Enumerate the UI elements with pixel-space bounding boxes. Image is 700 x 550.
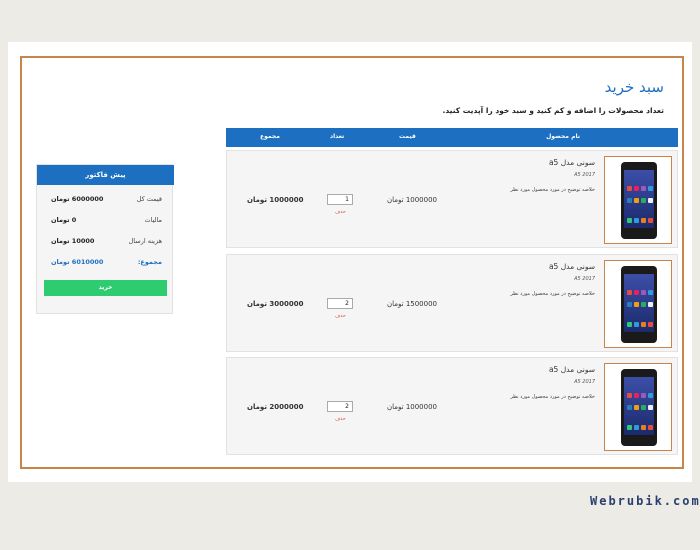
invoice-value: 10000 تومان (51, 237, 95, 245)
product-price: 1000000 تومان (387, 403, 437, 411)
table-header: نام محصول قیمت تعداد مجموع (226, 128, 678, 147)
invoice-row-shipping: هزینه ارسال 10000 تومان (37, 237, 174, 251)
phone-icon (621, 266, 657, 343)
table-row: سونی مدل a5 A5 2017 خلاصه توضیح در مورد … (226, 357, 678, 455)
header-price: قیمت (399, 133, 416, 140)
invoice-title: پیش فاکتور (37, 165, 174, 185)
invoice-label: هزینه ارسال (128, 237, 162, 245)
product-desc: خلاصه توضیح در مورد محصول مورد نظر (510, 187, 595, 193)
product-desc: خلاصه توضیح در مورد محصول مورد نظر (510, 291, 595, 297)
page-subtitle: تعداد محصولات را اضافه و کم کنید و سبد خ… (442, 106, 664, 115)
quantity-input[interactable] (327, 194, 353, 205)
product-image[interactable] (604, 156, 672, 244)
row-total: 1000000 تومان (247, 196, 304, 204)
header-qty: تعداد (330, 133, 345, 140)
quantity-input[interactable] (327, 298, 353, 309)
invoice-panel: پیش فاکتور قیمت کل 6000000 تومان مالیات … (36, 164, 174, 314)
quantity-input[interactable] (327, 401, 353, 412)
delete-link[interactable]: حذف (335, 209, 346, 215)
table-row: سونی مدل a5 A5 2017 خلاصه توضیح در مورد … (226, 254, 678, 352)
product-name[interactable]: سونی مدل a5 (549, 262, 595, 271)
invoice-row-tax: مالیات 0 تومان (37, 216, 174, 230)
product-model: A5 2017 (574, 379, 595, 385)
product-model: A5 2017 (574, 276, 595, 282)
product-name[interactable]: سونی مدل a5 (549, 365, 595, 374)
cart-container: سبد خرید تعداد محصولات را اضافه و کم کنی… (20, 56, 684, 469)
product-price: 1500000 تومان (387, 300, 437, 308)
header-total: مجموع (260, 133, 280, 140)
invoice-value: 6010000 تومان (51, 258, 104, 266)
product-price: 1000000 تومان (387, 196, 437, 204)
product-model: A5 2017 (574, 172, 595, 178)
invoice-row-total: مجموع: 6010000 تومان (37, 258, 174, 272)
page-frame: سبد خرید تعداد محصولات را اضافه و کم کنی… (8, 42, 692, 482)
delete-link[interactable]: حذف (335, 416, 346, 422)
phone-icon (621, 162, 657, 239)
delete-link[interactable]: حذف (335, 313, 346, 319)
header-name: نام محصول (546, 133, 580, 140)
buy-button[interactable]: خرید (44, 280, 167, 296)
phone-icon (621, 369, 657, 446)
invoice-row-subtotal: قیمت کل 6000000 تومان (37, 195, 174, 209)
row-total: 3000000 تومان (247, 300, 304, 308)
product-desc: خلاصه توضیح در مورد محصول مورد نظر (510, 394, 595, 400)
table-row: سونی مدل a5 A5 2017 خلاصه توضیح در مورد … (226, 150, 678, 248)
invoice-label: قیمت کل (136, 195, 162, 203)
page-title: سبد خرید (604, 78, 664, 96)
invoice-value: 6000000 تومان (51, 195, 104, 203)
watermark-logo: Webrubik.com (590, 494, 700, 508)
invoice-label: مالیات (144, 216, 162, 224)
product-name[interactable]: سونی مدل a5 (549, 158, 595, 167)
row-total: 2000000 تومان (247, 403, 304, 411)
product-image[interactable] (604, 260, 672, 348)
invoice-label: مجموع: (137, 258, 162, 266)
invoice-value: 0 تومان (51, 216, 77, 224)
product-image[interactable] (604, 363, 672, 451)
